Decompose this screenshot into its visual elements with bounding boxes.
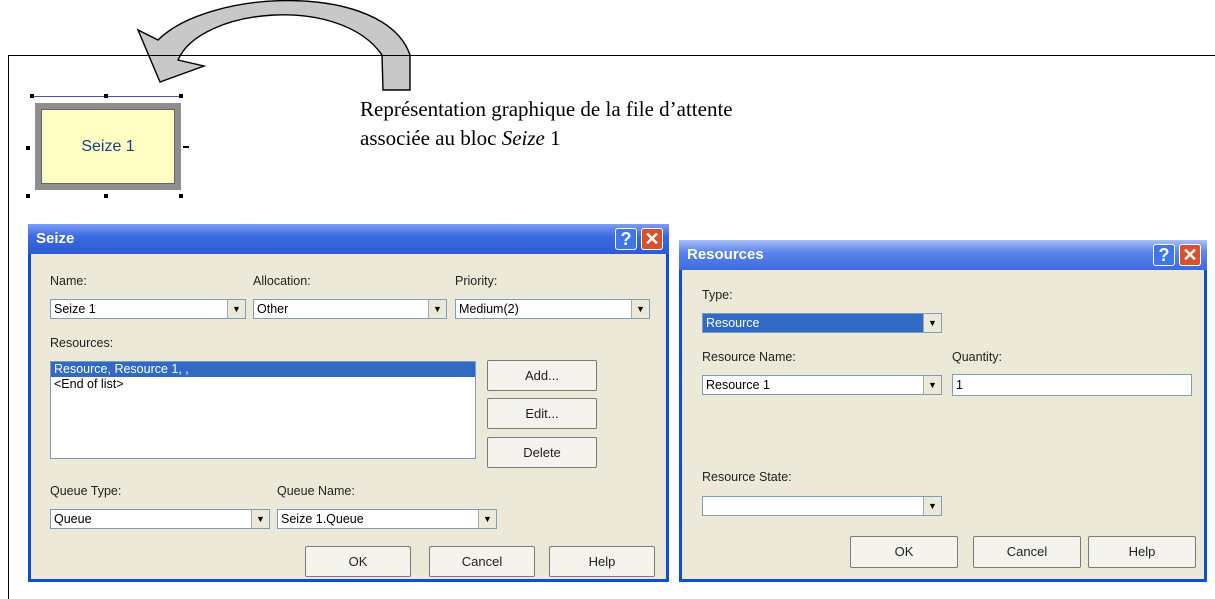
priority-combo[interactable]: Medium(2) ▼ — [455, 299, 650, 319]
resources-list[interactable]: Resource, Resource 1, , <End of list> — [50, 361, 476, 459]
queue-type-label: Queue Type: — [50, 484, 122, 498]
seize-dialog-title: Seize — [36, 230, 75, 247]
resource-name-combo[interactable]: Resource 1 ▼ — [702, 375, 942, 395]
selection-handle[interactable] — [179, 94, 183, 98]
chevron-down-icon[interactable]: ▼ — [251, 510, 269, 528]
seize-module[interactable]: Seize 1 — [35, 103, 181, 190]
help-button[interactable]: Help — [1088, 536, 1196, 568]
cancel-button[interactable]: Cancel — [973, 536, 1081, 568]
seize-dialog-titlebar: Seize ? ✕ — [28, 224, 669, 254]
selection-handle[interactable] — [183, 146, 189, 148]
chevron-down-icon[interactable]: ▼ — [478, 510, 496, 528]
quantity-field[interactable]: 1 — [952, 374, 1192, 396]
chevron-down-icon[interactable]: ▼ — [923, 376, 941, 394]
close-icon[interactable]: ✕ — [641, 228, 663, 250]
ok-button[interactable]: OK — [305, 546, 411, 577]
selection-handle[interactable] — [26, 194, 30, 198]
seize-dialog: Seize ? ✕ Name: Seize 1 ▼ Allocation: Oth… — [28, 224, 669, 582]
cancel-button[interactable]: Cancel — [429, 546, 535, 577]
canvas-left-border — [8, 55, 9, 599]
name-label: Name: — [50, 274, 87, 288]
seize-module-label: Seize 1 — [41, 109, 175, 184]
selection-handle[interactable] — [104, 94, 108, 98]
caption-line-2: associée au bloc Seize 1 — [360, 126, 561, 150]
priority-label: Priority: — [455, 274, 498, 288]
chevron-down-icon[interactable]: ▼ — [428, 300, 446, 318]
annotation-caption: Représentation graphique de la file d’at… — [360, 95, 733, 153]
list-item[interactable]: Resource, Resource 1, , — [51, 362, 475, 377]
delete-button[interactable]: Delete — [487, 437, 597, 468]
chevron-down-icon[interactable]: ▼ — [631, 300, 649, 318]
name-combo[interactable]: Seize 1 ▼ — [50, 299, 246, 319]
resource-state-label: Resource State: — [702, 470, 792, 484]
selection-handle[interactable] — [179, 194, 183, 198]
help-icon[interactable]: ? — [615, 228, 637, 250]
resource-state-combo[interactable]: ▼ — [702, 496, 942, 516]
edit-button[interactable]: Edit... — [487, 398, 597, 429]
selection-handle[interactable] — [30, 94, 34, 98]
allocation-label: Allocation: — [253, 274, 311, 288]
list-item[interactable]: <End of list> — [51, 377, 475, 392]
resource-name-label: Resource Name: — [702, 350, 796, 364]
canvas-top-border — [8, 55, 1215, 56]
resources-dialog: Resources ? ✕ Type: Resource ▼ Resource N… — [679, 240, 1207, 582]
allocation-combo[interactable]: Other ▼ — [253, 299, 447, 319]
resources-dialog-titlebar: Resources ? ✕ — [679, 240, 1207, 270]
caption-italic-word: Seize — [501, 126, 545, 150]
help-icon[interactable]: ? — [1153, 244, 1175, 266]
chevron-down-icon[interactable]: ▼ — [923, 497, 941, 515]
queue-name-combo[interactable]: Seize 1.Queue ▼ — [277, 509, 497, 529]
caption-line-1: Représentation graphique de la file d’at… — [360, 97, 733, 121]
resources-dialog-title: Resources — [687, 246, 764, 263]
help-button[interactable]: Help — [549, 546, 655, 577]
type-combo[interactable]: Resource ▼ — [702, 313, 942, 333]
queue-name-label: Queue Name: — [277, 484, 355, 498]
quantity-label: Quantity: — [952, 350, 1003, 364]
close-icon[interactable]: ✕ — [1179, 244, 1201, 266]
type-label: Type: — [702, 288, 733, 302]
selection-handle[interactable] — [104, 194, 108, 198]
ok-button[interactable]: OK — [850, 536, 958, 568]
selection-handle[interactable] — [26, 146, 30, 150]
queue-type-combo[interactable]: Queue ▼ — [50, 509, 270, 529]
chevron-down-icon[interactable]: ▼ — [227, 300, 245, 318]
chevron-down-icon[interactable]: ▼ — [923, 314, 941, 332]
add-button[interactable]: Add... — [487, 360, 597, 391]
resources-label: Resources: — [50, 336, 114, 350]
